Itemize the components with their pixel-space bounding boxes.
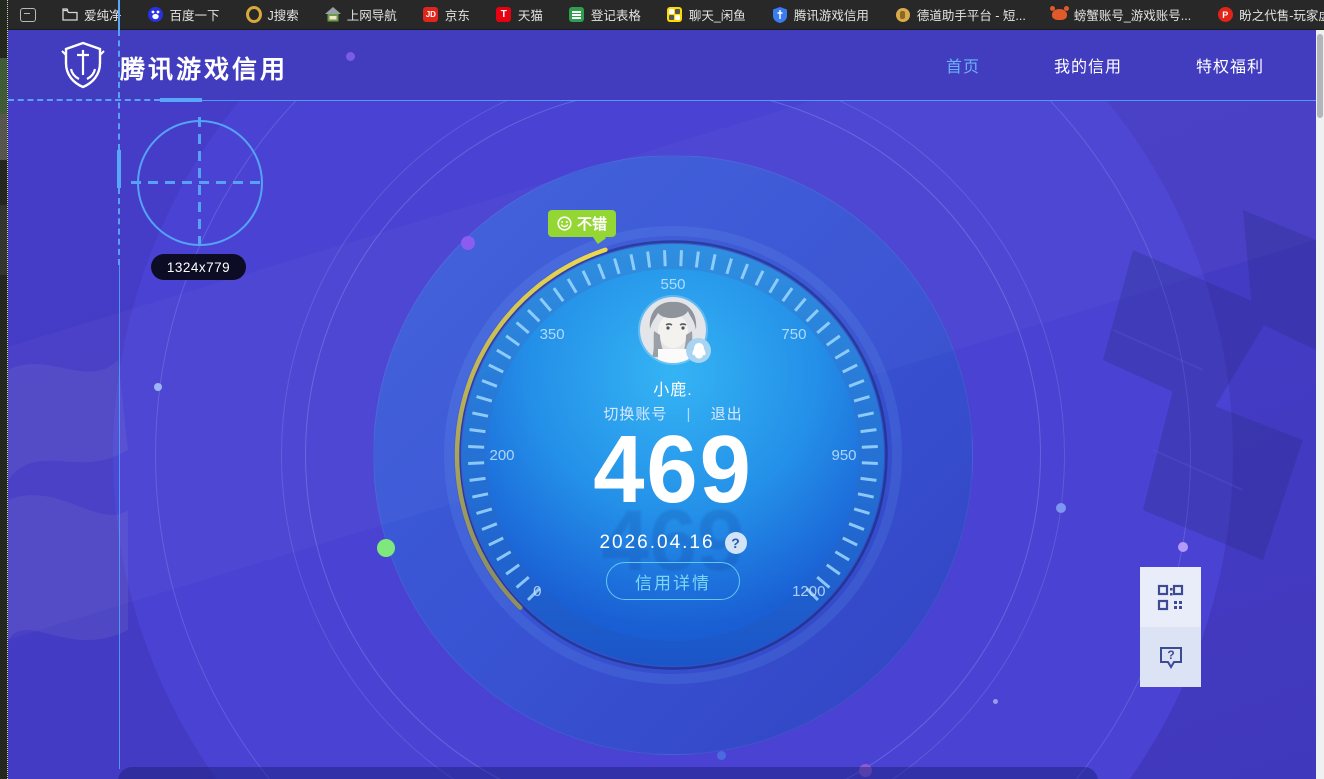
tmall-icon: T xyxy=(496,7,512,23)
floating-side-panel: ? xyxy=(1140,567,1201,687)
bookmark-tmall[interactable]: T 天猫 xyxy=(496,5,543,24)
score-date: 2026.04.16 xyxy=(599,532,715,553)
decor-dot-green xyxy=(377,539,395,557)
gold-ring-icon xyxy=(245,6,262,23)
rating-badge: 不错 xyxy=(548,210,617,237)
gauge-scale-label: 350 xyxy=(540,326,565,343)
bookmark-crab[interactable]: 螃蟹账号_游戏账号... xyxy=(1050,5,1192,24)
nav-privileges[interactable]: 特权福利 xyxy=(1196,53,1264,77)
decor-dot-small-2 xyxy=(1056,503,1066,513)
decor-dot-small-6 xyxy=(993,699,998,704)
gauge-scale-label: 750 xyxy=(781,326,806,343)
gauge-scale-label: 1200 xyxy=(792,583,825,600)
score-date-row: 2026.04.16 ? xyxy=(473,532,873,554)
brand-shield-icon xyxy=(60,41,106,94)
bookmark-baidu[interactable]: 百度一下 xyxy=(148,5,220,24)
brand-title: 腾讯游戏信用 xyxy=(120,55,289,84)
gauge-scale-label: 0 xyxy=(533,583,541,600)
user-name: 小鹿. xyxy=(653,382,693,399)
decor-dot-small-3 xyxy=(1178,542,1188,552)
bookmark-label: 爱纯净 xyxy=(84,9,122,23)
help-button[interactable]: ? xyxy=(1140,627,1201,687)
dedao-icon xyxy=(895,7,911,23)
folder-icon xyxy=(62,7,78,23)
bookmark-tencent-credit[interactable]: 腾讯游戏信用 xyxy=(772,5,869,24)
page-body: 0 200 350 550 750 950 1200 不错 小鹿. 切换账号 |… xyxy=(8,100,1316,779)
main-nav: 首页 我的信用 特权福利 xyxy=(946,30,1264,100)
bookmark-label: 登记表格 xyxy=(590,9,641,23)
bookmark-search[interactable]: J搜索 xyxy=(245,5,299,24)
screenshot-root: 爱纯净 百度一下 J搜索 上网导航 JD 京东 T 天猫 登记表格 聊天_闲鱼 … xyxy=(0,0,1324,779)
browser-bookmarks-bar: 爱纯净 百度一下 J搜索 上网导航 JD 京东 T 天猫 登记表格 聊天_闲鱼 … xyxy=(8,0,1324,30)
tencent-shield-icon xyxy=(772,6,788,23)
smiley-icon xyxy=(557,216,572,231)
bookmark-label: 上网导航 xyxy=(346,9,397,23)
credit-details-button[interactable]: 信用详情 xyxy=(606,562,740,600)
bookmark-label: 京东 xyxy=(444,9,470,23)
window-icon xyxy=(20,7,36,23)
gauge-scale-label: 550 xyxy=(660,276,685,293)
decor-dot-purple-header xyxy=(346,52,355,61)
bookmark-label: 腾讯游戏信用 xyxy=(793,9,869,23)
desktop-edge-sliver xyxy=(0,0,8,779)
panzhi-icon: P xyxy=(1217,7,1233,23)
bookmark-dedao[interactable]: 德道助手平台 - 短... xyxy=(895,5,1026,24)
bookmark-panzhi[interactable]: P 盼之代售-玩家虚拟... xyxy=(1217,5,1324,24)
page-scrollbar[interactable] xyxy=(1316,30,1324,779)
bookmark-label: 聊天_闲鱼 xyxy=(688,9,746,23)
date-help-icon[interactable]: ? xyxy=(724,532,747,554)
decor-artwork-left xyxy=(8,360,128,640)
credit-score-value: 469 xyxy=(593,416,753,523)
bookmark-jd[interactable]: JD 京东 xyxy=(423,5,470,24)
bookmark-label: 螃蟹账号_游戏账号... xyxy=(1073,9,1192,23)
bookmark-folder[interactable]: 爱纯净 xyxy=(62,5,122,24)
next-section-card-top xyxy=(118,767,1098,779)
rating-badge-label: 不错 xyxy=(577,216,608,233)
bookmark-label: 天猫 xyxy=(517,9,543,23)
qr-code-button[interactable] xyxy=(1140,567,1201,627)
decor-dot-small-1 xyxy=(154,383,162,391)
xianyu-icon xyxy=(667,7,683,23)
credit-page: 腾讯游戏信用 首页 我的信用 特权福利 0 200 350 550 750 95… xyxy=(8,30,1316,779)
nav-home[interactable]: 首页 xyxy=(946,53,980,77)
bookmark-window[interactable] xyxy=(20,7,36,23)
decor-artwork-right xyxy=(1103,210,1316,560)
baidu-icon xyxy=(148,7,164,23)
jd-icon: JD xyxy=(423,7,439,23)
decor-dot-small-4 xyxy=(717,751,726,760)
svg-text:?: ? xyxy=(1167,648,1174,662)
bookmark-sheet[interactable]: 登记表格 xyxy=(569,5,641,24)
bookmark-label: 盼之代售-玩家虚拟... xyxy=(1239,9,1324,23)
scrollbar-thumb[interactable] xyxy=(1317,34,1323,118)
sheet-icon xyxy=(569,7,585,23)
bookmark-label: J搜索 xyxy=(267,9,299,23)
qq-penguin-badge-icon xyxy=(686,338,711,363)
bookmark-nav2345[interactable]: 上网导航 xyxy=(324,5,397,24)
bookmark-label: 德道助手平台 - 短... xyxy=(916,9,1026,23)
brand[interactable]: 腾讯游戏信用 xyxy=(60,41,288,94)
qr-code-icon xyxy=(1157,584,1184,610)
house-2345-icon xyxy=(324,7,341,23)
nav-my-credit[interactable]: 我的信用 xyxy=(1054,53,1122,77)
crab-icon xyxy=(1050,6,1070,23)
bookmark-xianyu[interactable]: 聊天_闲鱼 xyxy=(667,5,746,24)
help-bubble-icon: ? xyxy=(1159,647,1182,669)
bookmark-label: 百度一下 xyxy=(169,9,220,23)
site-header: 腾讯游戏信用 首页 我的信用 特权福利 xyxy=(8,30,1316,100)
